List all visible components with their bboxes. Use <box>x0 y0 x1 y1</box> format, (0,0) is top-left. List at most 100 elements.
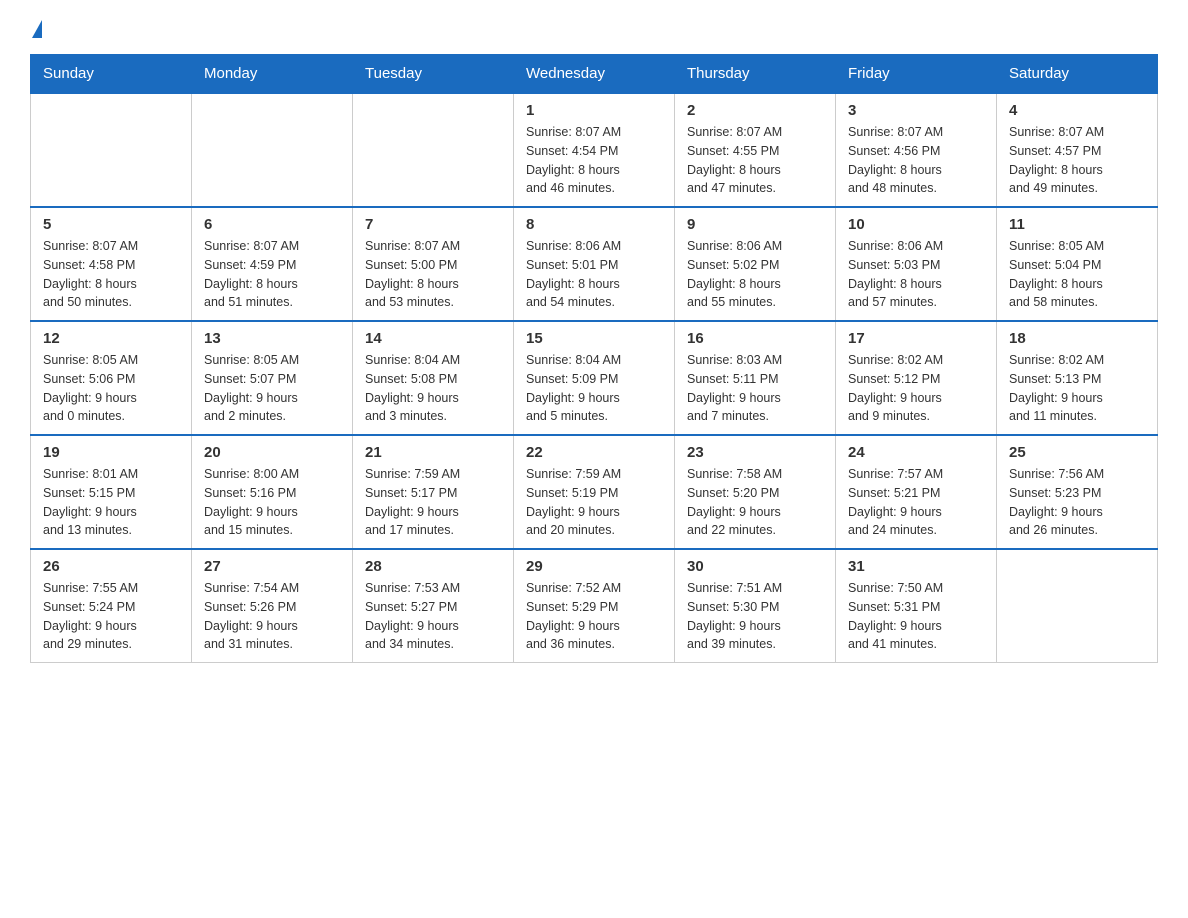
day-info: Sunrise: 8:00 AM Sunset: 5:16 PM Dayligh… <box>204 465 340 540</box>
day-info: Sunrise: 8:03 AM Sunset: 5:11 PM Dayligh… <box>687 351 823 426</box>
calendar-day-28: 28 Sunrise: 7:53 AM Sunset: 5:27 PM Dayli… <box>353 549 514 663</box>
day-info: Sunrise: 8:07 AM Sunset: 4:55 PM Dayligh… <box>687 123 823 198</box>
calendar-day-7: 7Sunrise: 8:07 AM Sunset: 5:00 PM Daylig… <box>353 207 514 321</box>
page-header <box>30 20 1158 44</box>
day-info: Sunrise: 8:06 AM Sunset: 5:03 PM Dayligh… <box>848 237 984 312</box>
day-info: Sunrise: 8:07 AM Sunset: 4:59 PM Dayligh… <box>204 237 340 312</box>
day-info: Sunrise: 8:07 AM Sunset: 4:56 PM Dayligh… <box>848 123 984 198</box>
day-number: 24 <box>848 444 984 461</box>
day-number: 14 <box>365 330 501 347</box>
day-info: Sunrise: 8:07 AM Sunset: 4:58 PM Dayligh… <box>43 237 179 312</box>
day-number: 21 <box>365 444 501 461</box>
day-info: Sunrise: 7:51 AM Sunset: 5:30 PM Dayligh… <box>687 579 823 654</box>
day-info: Sunrise: 7:55 AM Sunset: 5:24 PM Dayligh… <box>43 579 179 654</box>
day-number: 3 <box>848 102 984 119</box>
day-info: Sunrise: 7:58 AM Sunset: 5:20 PM Dayligh… <box>687 465 823 540</box>
day-info: Sunrise: 7:56 AM Sunset: 5:23 PM Dayligh… <box>1009 465 1145 540</box>
calendar-day-18: 18 Sunrise: 8:02 AM Sunset: 5:13 PM Dayli… <box>997 321 1158 435</box>
day-number: 17 <box>848 330 984 347</box>
logo-triangle-icon <box>32 20 42 38</box>
day-number: 5 <box>43 216 179 233</box>
day-info: Sunrise: 8:04 AM Sunset: 5:09 PM Dayligh… <box>526 351 662 426</box>
day-info: Sunrise: 8:05 AM Sunset: 5:07 PM Dayligh… <box>204 351 340 426</box>
calendar-header-sunday: Sunday <box>31 55 192 94</box>
day-number: 25 <box>1009 444 1145 461</box>
calendar-empty-cell <box>997 549 1158 663</box>
calendar-week-row: 26 Sunrise: 7:55 AM Sunset: 5:24 PM Dayli… <box>31 549 1158 663</box>
calendar-day-22: 22 Sunrise: 7:59 AM Sunset: 5:19 PM Dayli… <box>514 435 675 549</box>
day-info: Sunrise: 7:59 AM Sunset: 5:19 PM Dayligh… <box>526 465 662 540</box>
day-info: Sunrise: 8:05 AM Sunset: 5:06 PM Dayligh… <box>43 351 179 426</box>
calendar-day-2: 2Sunrise: 8:07 AM Sunset: 4:55 PM Daylig… <box>675 93 836 207</box>
day-info: Sunrise: 7:53 AM Sunset: 5:27 PM Dayligh… <box>365 579 501 654</box>
day-number: 29 <box>526 558 662 575</box>
calendar-day-17: 17 Sunrise: 8:02 AM Sunset: 5:12 PM Dayli… <box>836 321 997 435</box>
day-info: Sunrise: 8:07 AM Sunset: 4:54 PM Dayligh… <box>526 123 662 198</box>
day-number: 23 <box>687 444 823 461</box>
calendar-day-4: 4Sunrise: 8:07 AM Sunset: 4:57 PM Daylig… <box>997 93 1158 207</box>
day-number: 9 <box>687 216 823 233</box>
calendar-day-19: 19 Sunrise: 8:01 AM Sunset: 5:15 PM Dayli… <box>31 435 192 549</box>
calendar-day-24: 24 Sunrise: 7:57 AM Sunset: 5:21 PM Dayli… <box>836 435 997 549</box>
calendar-header-saturday: Saturday <box>997 55 1158 94</box>
calendar-day-30: 30 Sunrise: 7:51 AM Sunset: 5:30 PM Dayli… <box>675 549 836 663</box>
calendar-day-5: 5 Sunrise: 8:07 AM Sunset: 4:58 PM Daylig… <box>31 207 192 321</box>
calendar-day-8: 8Sunrise: 8:06 AM Sunset: 5:01 PM Daylig… <box>514 207 675 321</box>
day-number: 15 <box>526 330 662 347</box>
calendar-header-monday: Monday <box>192 55 353 94</box>
calendar-day-16: 16Sunrise: 8:03 AM Sunset: 5:11 PM Dayli… <box>675 321 836 435</box>
calendar-day-23: 23 Sunrise: 7:58 AM Sunset: 5:20 PM Dayli… <box>675 435 836 549</box>
day-number: 7 <box>365 216 501 233</box>
calendar-day-1: 1 Sunrise: 8:07 AM Sunset: 4:54 PM Daylig… <box>514 93 675 207</box>
day-number: 6 <box>204 216 340 233</box>
calendar-week-row: 12 Sunrise: 8:05 AM Sunset: 5:06 PM Dayli… <box>31 321 1158 435</box>
calendar-day-20: 20 Sunrise: 8:00 AM Sunset: 5:16 PM Dayli… <box>192 435 353 549</box>
day-number: 31 <box>848 558 984 575</box>
calendar-empty-cell <box>31 93 192 207</box>
day-number: 18 <box>1009 330 1145 347</box>
calendar-day-11: 11Sunrise: 8:05 AM Sunset: 5:04 PM Dayli… <box>997 207 1158 321</box>
calendar-day-25: 25 Sunrise: 7:56 AM Sunset: 5:23 PM Dayli… <box>997 435 1158 549</box>
day-number: 13 <box>204 330 340 347</box>
day-number: 30 <box>687 558 823 575</box>
day-info: Sunrise: 7:59 AM Sunset: 5:17 PM Dayligh… <box>365 465 501 540</box>
day-info: Sunrise: 8:06 AM Sunset: 5:02 PM Dayligh… <box>687 237 823 312</box>
day-number: 20 <box>204 444 340 461</box>
calendar-day-21: 21 Sunrise: 7:59 AM Sunset: 5:17 PM Dayli… <box>353 435 514 549</box>
day-info: Sunrise: 7:50 AM Sunset: 5:31 PM Dayligh… <box>848 579 984 654</box>
day-info: Sunrise: 8:02 AM Sunset: 5:13 PM Dayligh… <box>1009 351 1145 426</box>
calendar-week-row: 5 Sunrise: 8:07 AM Sunset: 4:58 PM Daylig… <box>31 207 1158 321</box>
calendar-empty-cell <box>353 93 514 207</box>
day-number: 1 <box>526 102 662 119</box>
calendar-header-tuesday: Tuesday <box>353 55 514 94</box>
day-info: Sunrise: 8:02 AM Sunset: 5:12 PM Dayligh… <box>848 351 984 426</box>
calendar-day-3: 3 Sunrise: 8:07 AM Sunset: 4:56 PM Daylig… <box>836 93 997 207</box>
day-number: 26 <box>43 558 179 575</box>
calendar-header-row: SundayMondayTuesdayWednesdayThursdayFrid… <box>31 55 1158 94</box>
day-number: 22 <box>526 444 662 461</box>
day-info: Sunrise: 7:52 AM Sunset: 5:29 PM Dayligh… <box>526 579 662 654</box>
calendar-day-26: 26 Sunrise: 7:55 AM Sunset: 5:24 PM Dayli… <box>31 549 192 663</box>
day-number: 11 <box>1009 216 1145 233</box>
calendar-header-thursday: Thursday <box>675 55 836 94</box>
day-info: Sunrise: 7:54 AM Sunset: 5:26 PM Dayligh… <box>204 579 340 654</box>
day-info: Sunrise: 8:06 AM Sunset: 5:01 PM Dayligh… <box>526 237 662 312</box>
calendar-table: SundayMondayTuesdayWednesdayThursdayFrid… <box>30 54 1158 663</box>
calendar-day-6: 6 Sunrise: 8:07 AM Sunset: 4:59 PM Daylig… <box>192 207 353 321</box>
day-info: Sunrise: 8:07 AM Sunset: 4:57 PM Dayligh… <box>1009 123 1145 198</box>
calendar-day-10: 10Sunrise: 8:06 AM Sunset: 5:03 PM Dayli… <box>836 207 997 321</box>
day-number: 12 <box>43 330 179 347</box>
calendar-day-15: 15 Sunrise: 8:04 AM Sunset: 5:09 PM Dayli… <box>514 321 675 435</box>
logo <box>30 20 42 44</box>
calendar-empty-cell <box>192 93 353 207</box>
calendar-day-29: 29 Sunrise: 7:52 AM Sunset: 5:29 PM Dayli… <box>514 549 675 663</box>
day-number: 28 <box>365 558 501 575</box>
calendar-header-wednesday: Wednesday <box>514 55 675 94</box>
day-number: 19 <box>43 444 179 461</box>
day-info: Sunrise: 8:04 AM Sunset: 5:08 PM Dayligh… <box>365 351 501 426</box>
day-info: Sunrise: 8:01 AM Sunset: 5:15 PM Dayligh… <box>43 465 179 540</box>
calendar-day-31: 31 Sunrise: 7:50 AM Sunset: 5:31 PM Dayli… <box>836 549 997 663</box>
calendar-week-row: 1 Sunrise: 8:07 AM Sunset: 4:54 PM Daylig… <box>31 93 1158 207</box>
day-info: Sunrise: 7:57 AM Sunset: 5:21 PM Dayligh… <box>848 465 984 540</box>
calendar-header-friday: Friday <box>836 55 997 94</box>
